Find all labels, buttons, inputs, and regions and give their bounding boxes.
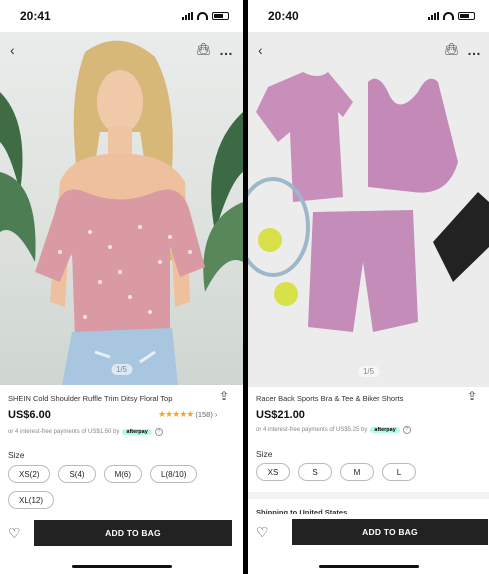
bag-icon[interactable]: 👜︎ (196, 42, 211, 56)
wifi-icon (197, 12, 208, 20)
product-photo (248, 72, 489, 332)
afterpay-badge: afterpay (122, 429, 152, 435)
size-option[interactable]: XS(2) (8, 465, 51, 483)
battery-icon (212, 12, 229, 20)
afterpay-text: or 4 interest-free payments of US$5.25 b… (256, 427, 368, 433)
home-indicator (318, 565, 419, 568)
signal-icon (428, 12, 439, 20)
product-image[interactable]: ‹ 👜︎ … 1/5 (0, 32, 243, 385)
product-photo (0, 40, 243, 385)
size-options: XS S M L (256, 463, 481, 481)
back-chevron-icon[interactable]: ‹ (258, 42, 263, 58)
status-bar: 20:41 (0, 0, 243, 32)
bag-icon[interactable]: 👜︎ (444, 42, 459, 56)
size-option[interactable]: L(8/10) (150, 465, 198, 483)
size-option[interactable]: M (340, 463, 374, 481)
image-pager: 1/5 (110, 364, 133, 375)
afterpay-text: or 4 interest-free payments of US$1.50 b… (8, 429, 120, 435)
size-option[interactable]: L (382, 463, 416, 481)
back-chevron-icon[interactable]: ‹ (10, 42, 15, 58)
signal-icon (182, 12, 193, 20)
heart-icon[interactable]: ♡ (8, 525, 28, 542)
afterpay-row: or 4 interest-free payments of US$5.25 b… (256, 426, 411, 434)
rating-count: (158) (195, 410, 213, 419)
image-pager: 1/5 (357, 366, 380, 377)
left-screen: 20:41 ‹ 👜︎ … 1/5 SHEIN Cold Shoulder Ruf… (0, 0, 243, 574)
star-icon: ★★★★★ (158, 409, 194, 419)
clock: 20:41 (20, 9, 51, 23)
question-icon[interactable]: ? (154, 428, 163, 436)
afterpay-badge: afterpay (370, 427, 400, 433)
size-label: Size (8, 450, 25, 460)
size-option[interactable]: M(6) (103, 465, 143, 483)
more-icon[interactable]: … (467, 42, 481, 58)
status-bar: 20:40 (248, 0, 489, 32)
product-title: Racer Back Sports Bra & Tee & Biker Shor… (256, 394, 404, 403)
size-label: Size (256, 449, 273, 459)
afterpay-row: or 4 interest-free payments of US$1.50 b… (8, 428, 163, 436)
product-title: SHEIN Cold Shoulder Ruffle Trim Ditsy Fl… (8, 394, 173, 403)
wifi-icon (443, 12, 454, 20)
home-indicator (71, 565, 172, 568)
question-icon[interactable]: ? (402, 426, 411, 434)
product-image[interactable]: ‹ 👜︎ … 1/5 (248, 32, 489, 387)
clock: 20:40 (268, 9, 299, 23)
add-to-bag-button[interactable]: ADD TO BAG (34, 520, 232, 546)
right-screen: 20:40 ‹ 👜︎ … 1/5 Racer Back Sports Bra &… (248, 0, 489, 574)
size-options: XS(2) S(4) M(6) L(8/10) XL(12) (8, 465, 233, 509)
bottom-bar: ♡ ADD TO BAG (248, 514, 489, 550)
size-option[interactable]: XS (256, 463, 290, 481)
add-to-bag-button[interactable]: ADD TO BAG (292, 519, 488, 545)
size-option[interactable]: S (298, 463, 332, 481)
rating[interactable]: ★★★★★ (158) › (158, 409, 217, 420)
product-price: US$6.00 (8, 409, 51, 421)
more-icon[interactable]: … (219, 42, 233, 58)
heart-icon[interactable]: ♡ (256, 524, 276, 541)
size-option[interactable]: XL(12) (8, 491, 55, 509)
bottom-bar: ♡ ADD TO BAG (0, 515, 243, 551)
battery-icon (458, 12, 475, 20)
chevron-right-icon: › (214, 410, 218, 419)
size-option[interactable]: S(4) (58, 465, 96, 483)
share-icon[interactable]: ⇪ (219, 389, 229, 403)
section-divider (248, 492, 489, 499)
product-price: US$21.00 (256, 409, 305, 421)
share-icon[interactable]: ⇪ (467, 389, 477, 403)
